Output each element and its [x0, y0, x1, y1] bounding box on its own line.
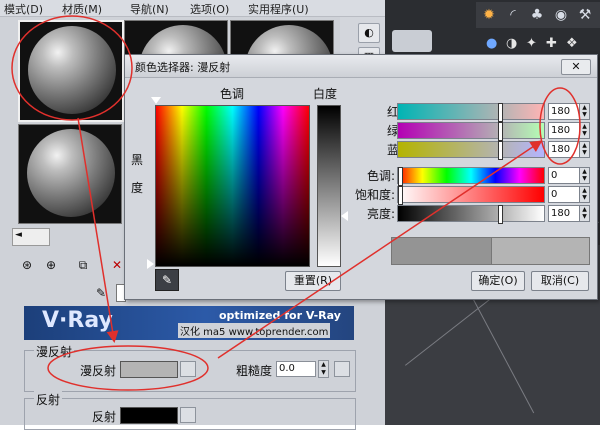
menu-bar: 模式(D) 材质(M) 导航(N) 选项(O) 实用程序(U): [0, 0, 385, 17]
utilities-icon[interactable]: ⚒: [576, 6, 594, 24]
slider-spinner[interactable]: ▲ ▼: [579, 122, 590, 139]
reflect-group-title: 反射: [34, 391, 63, 408]
slider-value-input[interactable]: 180: [548, 103, 580, 120]
menu-material[interactable]: 材质(M): [62, 1, 102, 17]
color-selector-dialog: 颜色选择器: 漫反射 ✕ 色调 白度 黑 度 ✎ 重置(R) 红: 180 ▲ ▼ 绿:…: [124, 54, 598, 300]
roughness-map-button[interactable]: [334, 361, 350, 377]
diffuse-map-button[interactable]: [180, 361, 196, 377]
material-sphere: [28, 26, 116, 114]
vray-tagline: optimized for V-Ray: [219, 309, 341, 322]
eyedropper-button[interactable]: ✎: [155, 269, 179, 291]
hierarchy-icon[interactable]: ♣: [528, 6, 546, 24]
sun-icon[interactable]: ✹: [480, 6, 498, 24]
slider-spinner[interactable]: ▲ ▼: [579, 167, 590, 184]
color-slider[interactable]: [397, 205, 545, 224]
slider-spinner[interactable]: ▲ ▼: [579, 103, 590, 120]
material-sphere: [27, 129, 115, 217]
assign-material-icon[interactable]: ⧉: [74, 256, 92, 274]
diffuse-color-swatch[interactable]: [120, 361, 178, 378]
slider-thumb[interactable]: [498, 122, 503, 141]
whiteness-marker[interactable]: [341, 211, 348, 221]
modify-icon[interactable]: ◜: [504, 6, 522, 24]
color-slider[interactable]: [397, 103, 545, 122]
translator-credit: 汉化 ma5 www.toprender.com: [178, 323, 331, 338]
hue-label: 色调: [220, 87, 245, 101]
whiteness-bar[interactable]: [317, 105, 341, 267]
close-button[interactable]: ✕: [561, 59, 591, 75]
reflect-map-button[interactable]: [180, 407, 196, 423]
blackness-label-2: 度: [131, 181, 144, 195]
slider-spinner[interactable]: ▲ ▼: [579, 186, 590, 203]
sample-slot-1[interactable]: [18, 20, 124, 122]
roughness-input[interactable]: 0.0: [276, 361, 316, 377]
slider-label: 色调:: [366, 169, 395, 183]
hue-blackness-picker[interactable]: [155, 105, 310, 267]
slider-value-input[interactable]: 0: [548, 186, 580, 203]
editor-toolbar: ⊛ ⊕ ⧉ ✕: [12, 256, 122, 278]
shapes-icon[interactable]: ◑: [506, 36, 517, 51]
ok-button[interactable]: 确定(O): [471, 271, 525, 291]
put-material-icon[interactable]: ⊕: [42, 256, 60, 274]
menu-navigation[interactable]: 导航(N): [130, 1, 169, 17]
slider-value-input[interactable]: 0: [548, 167, 580, 184]
roughness-spinner[interactable]: ▲ ▼: [318, 360, 329, 378]
reflect-color-swatch[interactable]: [120, 407, 178, 424]
menu-options[interactable]: 选项(O): [190, 1, 229, 17]
slot-scrollbar[interactable]: ◄: [12, 228, 50, 246]
color-slider[interactable]: [397, 141, 545, 160]
hue-marker[interactable]: [151, 97, 161, 104]
original-color-preview: [391, 237, 493, 265]
slider-thumb[interactable]: [398, 167, 403, 186]
new-color-preview: [491, 237, 590, 265]
get-material-icon[interactable]: ⊛: [18, 256, 36, 274]
lights-icon[interactable]: ✦: [526, 36, 537, 51]
reset-button[interactable]: 重置(R): [285, 271, 341, 291]
slider-thumb[interactable]: [498, 205, 503, 224]
color-slider[interactable]: [397, 167, 545, 186]
motion-icon[interactable]: ◉: [552, 6, 570, 24]
command-tabs: ✹ ◜ ♣ ◉ ⚒: [476, 2, 600, 28]
create-categories: ● ◑ ✦ ✚ ❖: [476, 34, 600, 56]
cameras-icon[interactable]: ✚: [546, 36, 557, 51]
slider-label: 饱和度:: [354, 188, 395, 202]
menu-mode[interactable]: 模式(D): [4, 1, 43, 17]
slider-label: 亮度:: [366, 207, 395, 221]
diffuse-label: 漫反射: [80, 364, 117, 378]
slider-thumb[interactable]: [398, 186, 403, 205]
sample-slot-4[interactable]: [18, 124, 122, 224]
scroll-left-icon[interactable]: ◄: [15, 230, 22, 240]
roughness-label: 粗糙度: [236, 364, 273, 378]
dialog-title: 颜色选择器: 漫反射: [135, 61, 231, 74]
diffuse-group-title: 漫反射: [34, 343, 75, 360]
menu-utilities[interactable]: 实用程序(U): [248, 1, 309, 17]
cancel-button[interactable]: 取消(C): [531, 271, 589, 291]
eyedropper-icon[interactable]: ✎: [92, 284, 110, 302]
blackness-marker[interactable]: [147, 259, 154, 269]
color-slider[interactable]: [397, 186, 545, 205]
helpers-icon[interactable]: ❖: [566, 36, 578, 51]
slider-spinner[interactable]: ▲ ▼: [579, 141, 590, 158]
slider-value-input[interactable]: 180: [548, 122, 580, 139]
reflect-label: 反射: [92, 410, 117, 424]
color-slider[interactable]: [397, 122, 545, 141]
sample-type-icon[interactable]: ◐: [358, 23, 380, 43]
slider-value-input[interactable]: 180: [548, 205, 580, 222]
slider-spinner[interactable]: ▲ ▼: [579, 205, 590, 222]
eyedropper-icon: ✎: [161, 273, 173, 287]
teapot-icon: [392, 30, 432, 52]
blackness-label: 黑: [131, 153, 144, 167]
close-icon: ✕: [571, 60, 581, 73]
slider-value-input[interactable]: 180: [548, 141, 580, 158]
whiteness-label: 白度: [313, 87, 338, 101]
slider-thumb[interactable]: [498, 103, 503, 122]
slider-thumb[interactable]: [498, 141, 503, 160]
vray-logo: V·Ray: [42, 308, 113, 333]
geometry-icon[interactable]: ●: [486, 36, 497, 51]
dialog-titlebar[interactable]: 颜色选择器: 漫反射 ✕: [125, 55, 597, 78]
